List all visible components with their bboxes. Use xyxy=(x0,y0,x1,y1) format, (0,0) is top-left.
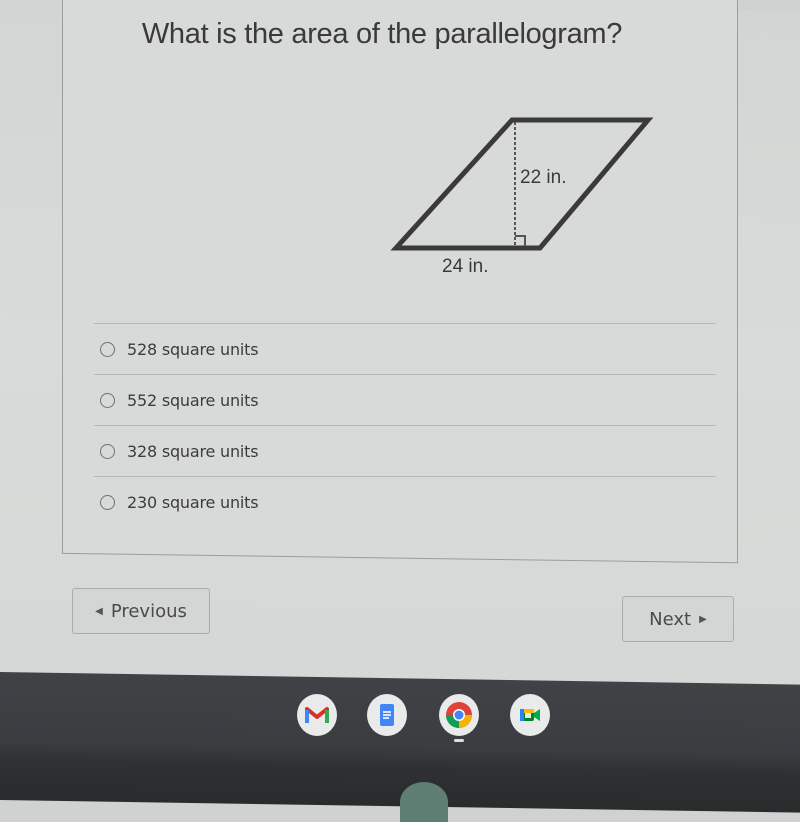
previous-label: Previous xyxy=(110,600,187,622)
shelf-app-chrome[interactable] xyxy=(439,694,479,736)
choice-option-3[interactable]: 328 square units xyxy=(94,425,716,476)
shelf-app-docs[interactable] xyxy=(367,694,407,736)
meet-icon xyxy=(520,709,540,721)
base-label: 24 in. xyxy=(442,256,489,277)
previous-button[interactable]: ◀ Previous xyxy=(72,588,210,634)
question-text: What is the area of the parallelogram? xyxy=(141,18,623,50)
chrome-icon xyxy=(445,702,473,729)
device-logo xyxy=(400,782,448,822)
choice-label: 328 square units xyxy=(127,441,259,461)
choice-label: 230 square units xyxy=(127,492,259,512)
shelf-app-meet[interactable] xyxy=(510,694,550,736)
height-label: 22 in. xyxy=(520,167,567,188)
parallelogram-figure: 22 in. 24 in. xyxy=(390,110,660,285)
shelf-app-gmail[interactable] xyxy=(297,694,337,736)
radio-button[interactable] xyxy=(100,494,115,510)
radio-button[interactable] xyxy=(100,341,115,357)
chromeos-shelf xyxy=(0,672,800,813)
next-button[interactable]: Next ▶ xyxy=(622,596,734,642)
choice-option-4[interactable]: 230 square units xyxy=(94,476,716,527)
choice-label: 528 square units xyxy=(127,339,259,359)
running-indicator xyxy=(454,739,464,742)
gmail-icon xyxy=(305,707,329,723)
radio-button[interactable] xyxy=(100,392,115,408)
parallelogram-diagram xyxy=(390,117,654,251)
choice-label: 552 square units xyxy=(127,390,259,410)
radio-button[interactable] xyxy=(100,443,115,459)
choice-option-1[interactable]: 528 square units xyxy=(94,323,716,374)
answer-choices: 528 square units 552 square units 328 sq… xyxy=(94,323,716,527)
right-angle-marker xyxy=(515,235,526,246)
docs-icon xyxy=(380,704,394,726)
triangle-right-icon: ▶ xyxy=(699,613,707,625)
triangle-left-icon: ◀ xyxy=(95,605,103,617)
choice-option-2[interactable]: 552 square units xyxy=(94,374,716,425)
next-label: Next xyxy=(649,608,692,630)
